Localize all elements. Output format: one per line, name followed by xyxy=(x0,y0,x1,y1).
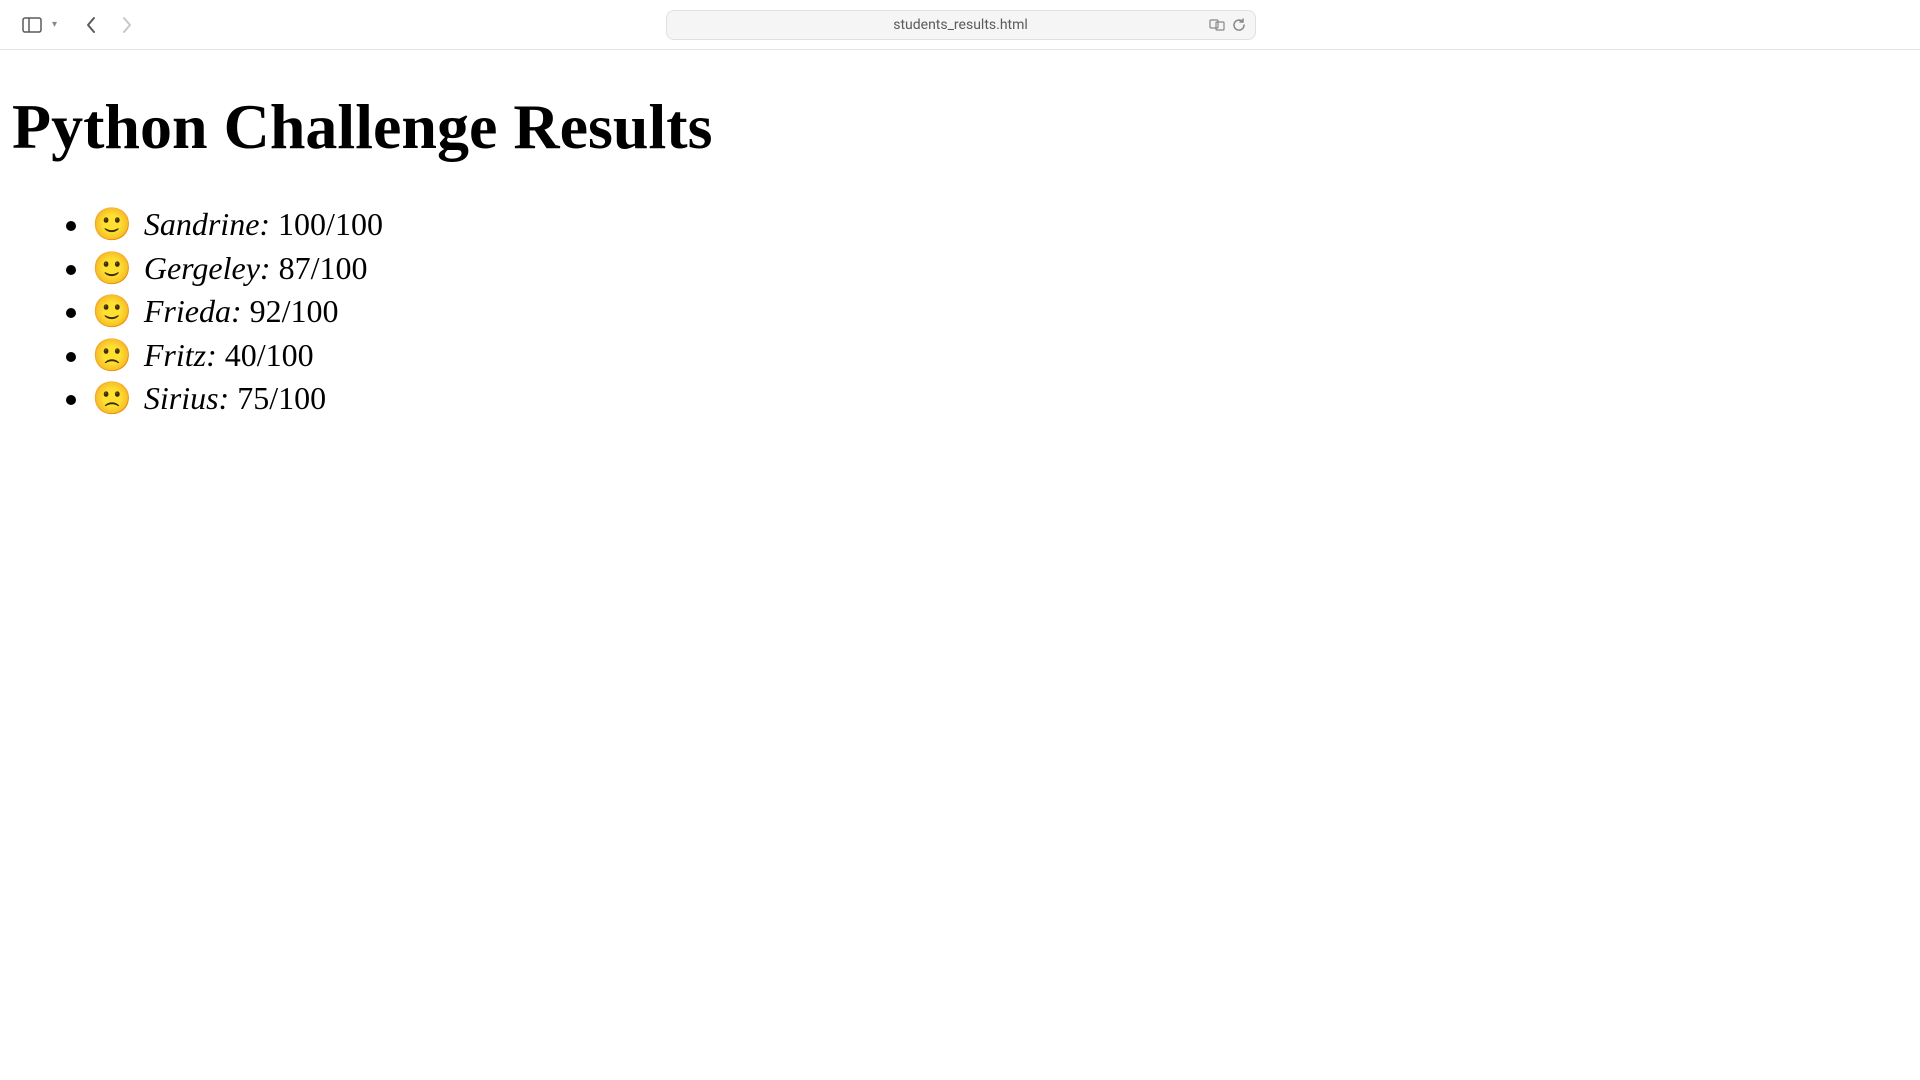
address-bar[interactable]: students_results.html xyxy=(666,10,1256,40)
result-emoji: 🙂 xyxy=(92,293,132,329)
forward-button xyxy=(113,11,141,39)
address-bar-icons xyxy=(1209,17,1247,33)
student-name: Gergeley: xyxy=(144,250,271,286)
address-bar-url: students_results.html xyxy=(893,17,1028,33)
student-name: Fritz: xyxy=(144,337,217,373)
student-score: 75/100 xyxy=(237,380,326,416)
student-name: Sirius: xyxy=(144,380,229,416)
reload-button[interactable] xyxy=(1231,17,1247,33)
list-item: 🙂 Gergeley: 87/100 xyxy=(92,248,1908,290)
list-item: 🙂 Frieda: 92/100 xyxy=(92,291,1908,333)
back-button[interactable] xyxy=(77,11,105,39)
page-content: Python Challenge Results 🙂 Sandrine: 100… xyxy=(0,50,1920,434)
result-emoji: 🙂 xyxy=(92,206,132,242)
translate-icon[interactable] xyxy=(1209,17,1225,33)
result-emoji: 🙂 xyxy=(92,250,132,286)
list-item: 🙁 Sirius: 75/100 xyxy=(92,378,1908,420)
result-emoji: 🙁 xyxy=(92,337,132,373)
list-item: 🙁 Fritz: 40/100 xyxy=(92,335,1908,377)
student-score: 92/100 xyxy=(250,293,339,329)
chevron-left-icon xyxy=(85,16,97,34)
sidebar-icon xyxy=(22,17,42,33)
chevron-right-icon xyxy=(121,16,133,34)
student-score: 40/100 xyxy=(225,337,314,373)
student-score: 100/100 xyxy=(278,206,383,242)
chevron-down-icon[interactable]: ▾ xyxy=(52,19,57,30)
page-title: Python Challenge Results xyxy=(12,90,1908,164)
sidebar-toggle-button[interactable] xyxy=(20,15,44,35)
results-list: 🙂 Sandrine: 100/100 🙂 Gergeley: 87/100 🙂… xyxy=(12,204,1908,420)
student-name: Sandrine: xyxy=(144,206,270,242)
browser-toolbar: ▾ students_results.html xyxy=(0,0,1920,50)
list-item: 🙂 Sandrine: 100/100 xyxy=(92,204,1908,246)
student-score: 87/100 xyxy=(279,250,368,286)
result-emoji: 🙁 xyxy=(92,380,132,416)
student-name: Frieda: xyxy=(144,293,242,329)
address-bar-container: students_results.html xyxy=(149,10,1772,40)
